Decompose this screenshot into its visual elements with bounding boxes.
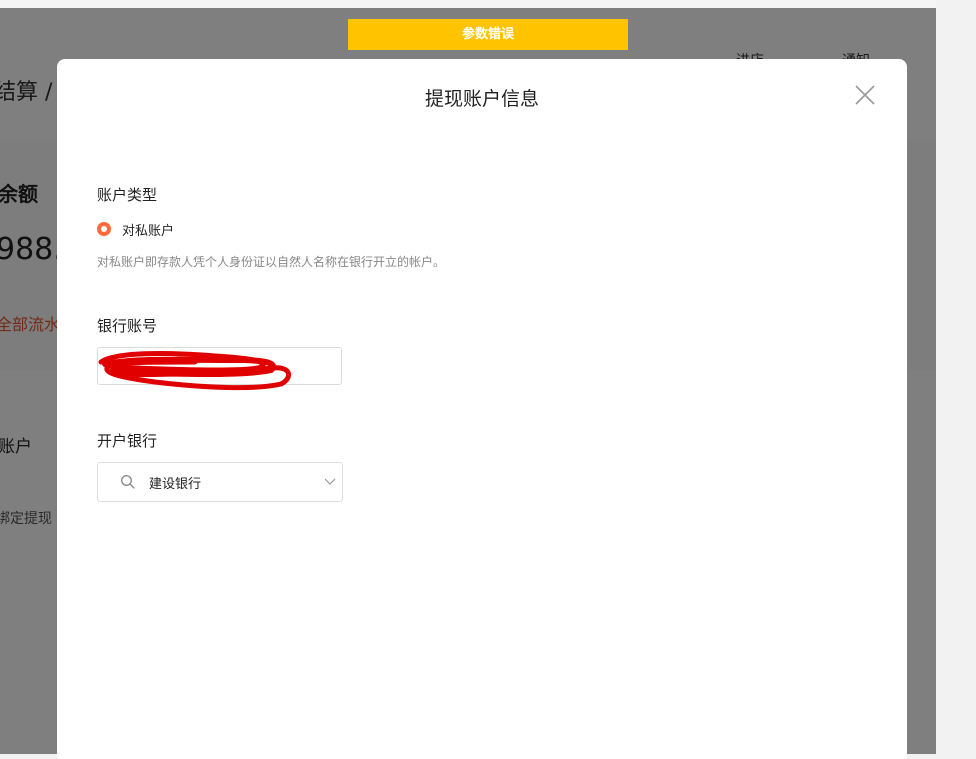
- radio-private-label: 对私账户: [122, 223, 175, 239]
- search-icon: [121, 475, 135, 489]
- error-toast: 参数错误: [348, 19, 628, 50]
- close-button[interactable]: [853, 83, 877, 107]
- bank-label: 开户银行: [97, 432, 158, 450]
- close-icon: [855, 85, 875, 105]
- radio-selected-icon[interactable]: [97, 222, 111, 236]
- bank-account-label: 银行账号: [97, 317, 158, 335]
- redaction-scribble: [98, 351, 291, 391]
- dialog-title: 提现账户信息: [424, 88, 539, 110]
- page-top-bar: [0, 0, 936, 8]
- chevron-down-icon: [324, 478, 336, 485]
- account-type-hint: 对私账户即存款人凭个人身份证以自然人名称在银行开立的帐户。: [97, 255, 446, 269]
- account-type-label: 账户类型: [97, 186, 158, 204]
- bank-select-value: 建设银行: [149, 477, 202, 492]
- radio-private-account[interactable]: 对私账户: [97, 219, 174, 239]
- window-edge: [936, 0, 976, 754]
- bank-select[interactable]: 建设银行: [97, 462, 343, 502]
- withdraw-account-dialog: 提现账户信息 账户类型 对私账户 对私账户即存款人凭个人身份证以自然人名称在银行…: [57, 59, 907, 759]
